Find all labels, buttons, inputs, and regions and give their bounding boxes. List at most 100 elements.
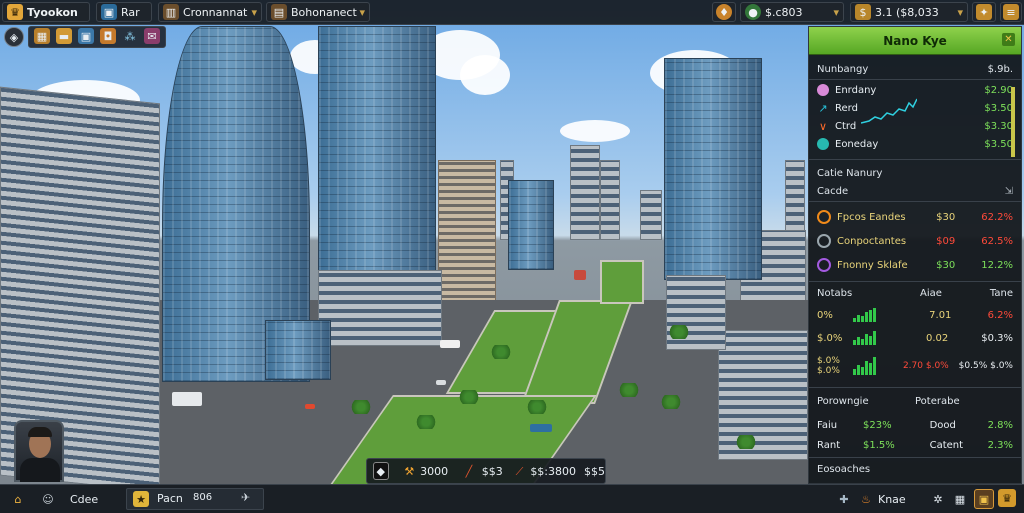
stats-cell: $.0% (817, 332, 843, 344)
stats-header: Notabs Aiae Tane (817, 285, 1013, 301)
mini-bar (861, 316, 864, 322)
menu-button[interactable]: ≡ (1000, 2, 1022, 22)
person-icon[interactable]: ☺ (40, 491, 56, 507)
crown-icon: ♛ (7, 4, 23, 20)
stats-cell: 0.02 (925, 332, 949, 344)
mini-bar-chart (853, 331, 893, 345)
distant-building (785, 160, 805, 240)
map-icon[interactable]: ▣ (974, 489, 994, 509)
revenue-header: Porowngie Poterabe (817, 393, 1013, 409)
building (438, 160, 496, 310)
stat-readout: $$3 (481, 464, 503, 478)
menu-icon: ≡ (1003, 4, 1019, 20)
palm-tree (735, 435, 757, 449)
network-icon[interactable]: ⁂ (122, 28, 138, 44)
stats-row: $.0% $.0% 2.70 $.0% $0.5% $.0% (817, 355, 1013, 377)
tab-first[interactable]: ▣ Rar (96, 2, 152, 22)
revenue-col-1: Porowngie (817, 395, 869, 407)
trophy-icon[interactable]: ♛ (998, 489, 1016, 507)
hammer-icon[interactable]: ╱ (462, 463, 476, 479)
glass-lobby (265, 320, 331, 380)
divider (809, 281, 1021, 282)
summary-value: $.9b. (987, 63, 1013, 75)
car (436, 380, 446, 385)
mini-bar (861, 339, 864, 345)
mini-bar (857, 315, 860, 322)
panel-footer: Eosoaches (817, 461, 1013, 477)
mini-bar (873, 331, 876, 345)
distant-building (600, 160, 620, 240)
car (530, 424, 552, 432)
building-icon: ▥ (163, 4, 179, 20)
revenue-col-2: Poterabe (915, 395, 960, 407)
mini-bar (865, 312, 868, 322)
close-icon[interactable]: ✕ (1002, 33, 1015, 46)
folder-icon[interactable]: ▬ (56, 28, 72, 44)
brand-badge[interactable]: ♛ Tyookon (2, 2, 90, 22)
tab-second[interactable]: ▥ Cronnannat ▾ (158, 2, 262, 22)
bag-icon[interactable]: ◘ (100, 28, 116, 44)
bottom-tab-label[interactable]: Cdee (70, 493, 98, 506)
money-counter-secondary[interactable]: $ 3.1 ($8,033 ▾ (850, 2, 968, 22)
market-row-label: Enrdany (835, 84, 877, 96)
mini-bar (861, 367, 864, 375)
settings-button[interactable]: ✦ (972, 2, 996, 22)
player-avatar[interactable] (14, 420, 64, 482)
stats-cell: $0.5% $.0% (958, 361, 1013, 371)
glass-tower (664, 58, 762, 280)
mini-bar (873, 357, 876, 375)
stats-row: $.0% 0.02 $0.3% (817, 330, 1013, 346)
flame-icon[interactable]: ♨ (858, 491, 874, 507)
property-value: $30 (936, 259, 956, 271)
sort-icon[interactable]: ⇲ (1005, 186, 1013, 197)
grid-icon[interactable]: ▦ (952, 491, 968, 507)
pin-icon[interactable]: ✚ (836, 491, 852, 507)
globe-icon: ● (745, 4, 761, 20)
palm-tree (618, 383, 640, 397)
stats-col-2: Aiae (920, 287, 942, 299)
stats-cell: 0% (817, 309, 833, 321)
mini-bar (869, 310, 872, 322)
mini-bar (853, 340, 856, 345)
notifications-button[interactable]: ♦ (712, 2, 736, 22)
park (600, 260, 644, 304)
divider (809, 79, 1021, 80)
stats-cell: 7.01 (929, 309, 952, 321)
market-row[interactable]: Eoneday $3.50 (817, 136, 1013, 152)
summary-label: Nunbangy (817, 63, 869, 75)
revenue-cell: $23% (863, 419, 892, 431)
stat-readout: $$5 (584, 464, 606, 478)
property-row[interactable]: Fpcos Eandes $30 62.2% (817, 207, 1013, 227)
mini-bar (873, 308, 876, 322)
stats-col-1: Notabs (817, 287, 853, 299)
gear-icon[interactable]: ✲ (930, 491, 946, 507)
wrench-icon[interactable]: ⟋ (513, 463, 527, 479)
crate-icon[interactable]: ▦ (34, 28, 50, 44)
document-icon[interactable]: ▣ (78, 28, 94, 44)
market-panel: Nano Kye ✕ Nunbangy $.9b. Enrdany $2.90 … (808, 26, 1022, 484)
mini-bar (865, 361, 868, 375)
tab-third[interactable]: ▤ Bohonanect ▾ (266, 2, 370, 22)
market-row[interactable]: Enrdany $2.90 (817, 82, 1013, 98)
tools-icon[interactable]: ⚒ (403, 463, 417, 479)
property-row[interactable]: Fnonny Sklafe $30 12.2% (817, 255, 1013, 275)
gift-icon[interactable]: ✉ (144, 28, 160, 44)
coin-icon (817, 210, 831, 224)
car (440, 340, 460, 348)
cloud (460, 55, 510, 95)
home-icon[interactable]: ⌂ (10, 491, 26, 507)
sparkline-line (861, 98, 917, 124)
scroll-indicator[interactable] (1011, 87, 1015, 157)
panel-title: Nano Kye (883, 33, 947, 48)
money-primary-value: $.c803 (765, 5, 803, 19)
property-row[interactable]: Conpoctantes $09 62.5% (817, 231, 1013, 251)
tower-podium (318, 270, 442, 346)
bottom-bar: ⌂ ☺ Cdee ★ Pacn 806 ✈ ✚ ♨ Knae ✲ ▦ ▣ ♛ (0, 484, 1024, 513)
bottom-tab-active[interactable]: ★ Pacn 806 ✈ (126, 488, 264, 510)
section-sub-text: Cacde (817, 185, 849, 197)
diamond-icon[interactable]: ◆ (373, 462, 389, 480)
shield-icon[interactable]: ◈ (4, 27, 24, 47)
money-counter-primary[interactable]: ● $.c803 ▾ (740, 2, 844, 22)
brain-icon (817, 84, 829, 96)
action-strip: ◆ ⚒ 3000 ╱ $$3 ⟋ $$:3800 $$5 (366, 458, 606, 484)
